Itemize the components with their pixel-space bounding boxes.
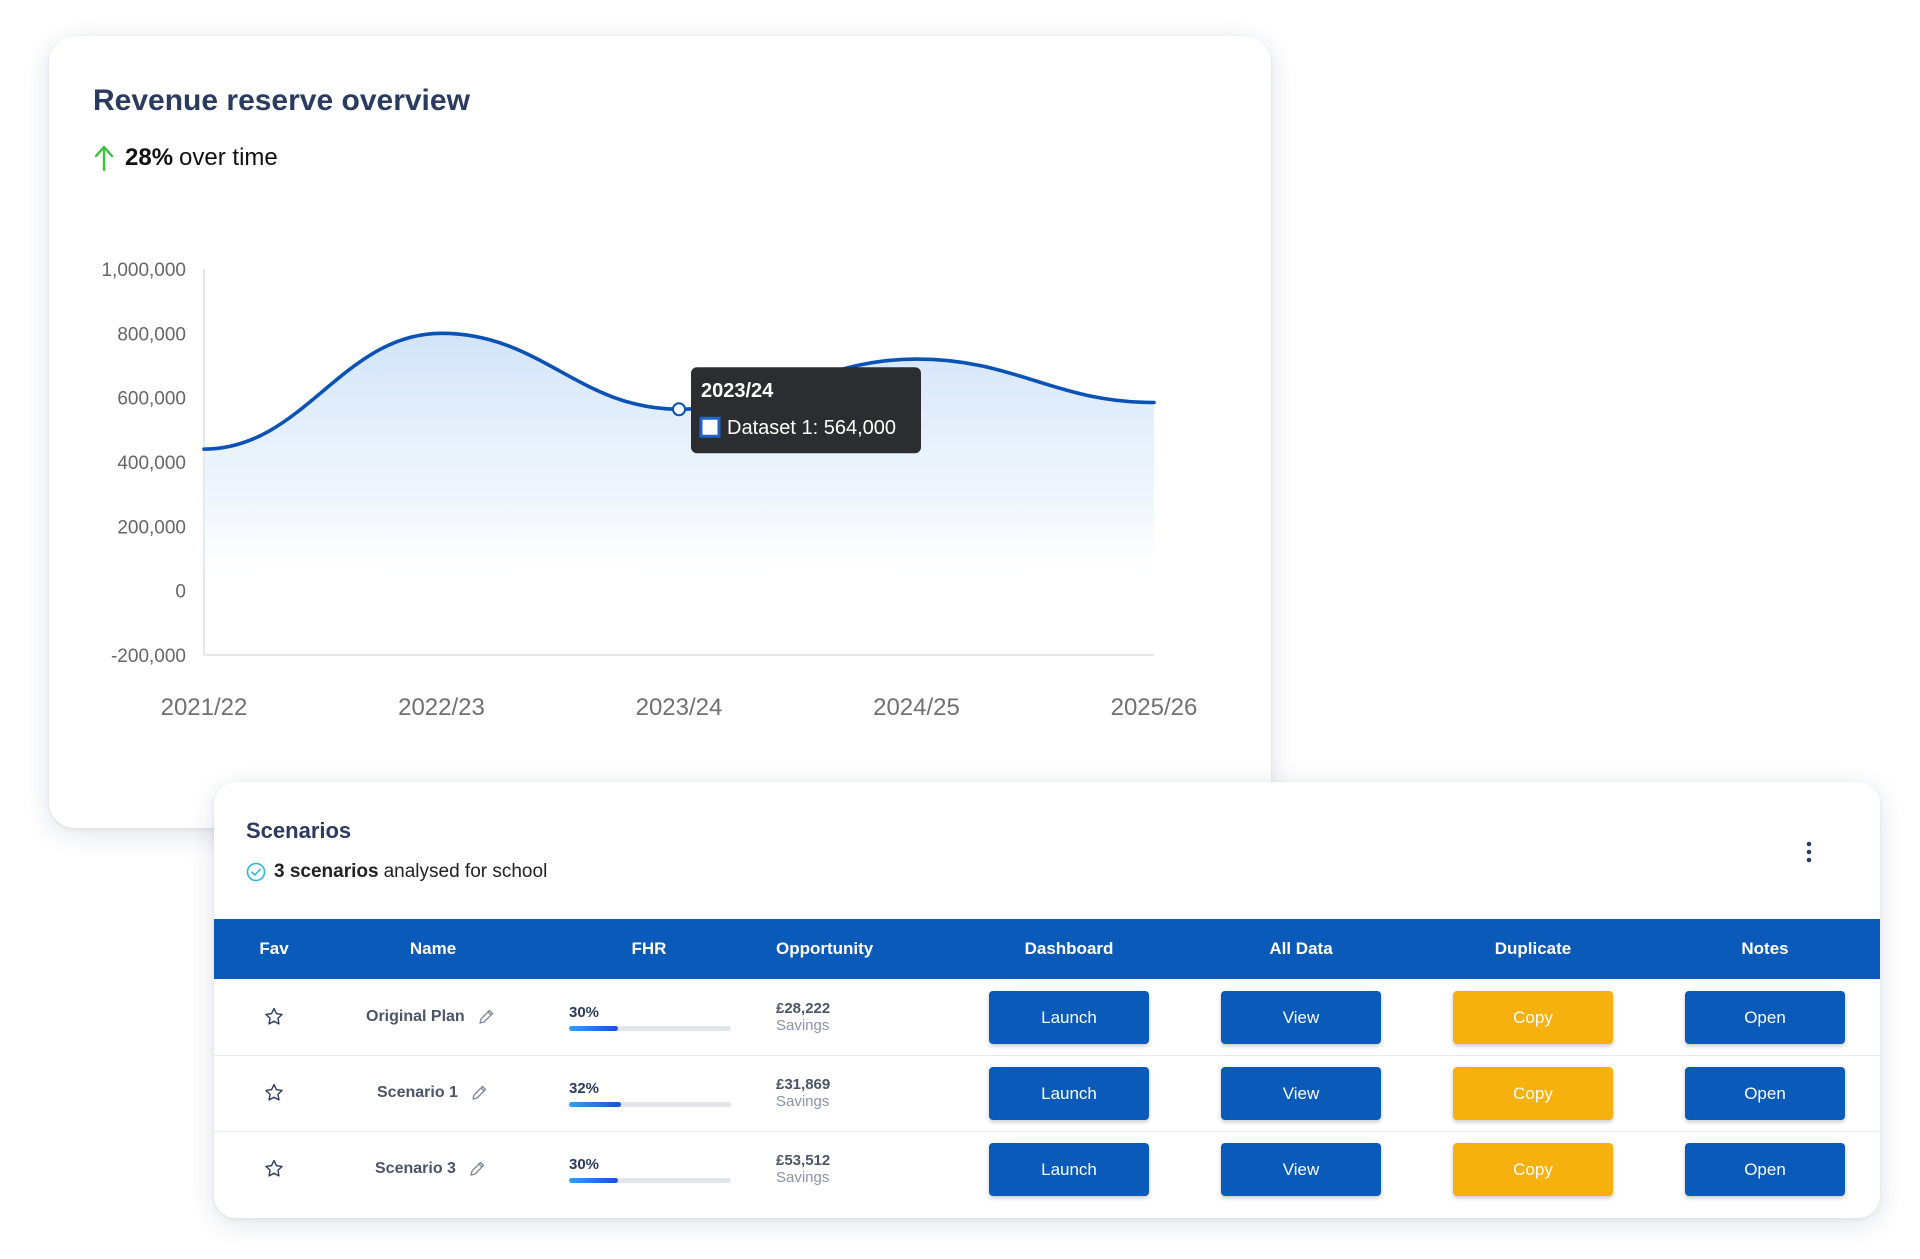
- tooltip-label: Dataset 1: 564,000: [727, 417, 896, 439]
- table-row: Scenario 1 32% £31,869 Savings Launch Vi…: [214, 1055, 1880, 1132]
- column-header-duplicate[interactable]: Duplicate: [1495, 919, 1572, 979]
- scenarios-card: Scenarios 3 scenarios analysed for schoo…: [214, 782, 1880, 1218]
- column-header-fhr[interactable]: FHR: [632, 919, 667, 979]
- scenarios-title: Scenarios: [246, 818, 352, 843]
- revenue-reserve-card: Revenue reserve overview 28% over time 1…: [49, 36, 1271, 828]
- launch-button[interactable]: Launch: [989, 1143, 1149, 1196]
- launch-button[interactable]: Launch: [989, 991, 1149, 1044]
- opportunity-label: Savings: [776, 1093, 830, 1110]
- scenarios-count: 3 scenarios: [274, 861, 379, 882]
- star-icon[interactable]: [263, 1006, 285, 1028]
- y-tick-label: 200,000: [117, 517, 186, 538]
- fhr-progress-fill: [569, 1101, 621, 1107]
- column-header-notes[interactable]: Notes: [1741, 919, 1788, 979]
- star-icon[interactable]: [263, 1158, 285, 1180]
- open-notes-button[interactable]: Open: [1685, 991, 1845, 1044]
- y-tick-label: 1,000,000: [101, 260, 186, 281]
- fhr-progress-bar: [569, 1101, 731, 1107]
- opportunity-value: £31,869: [776, 1076, 831, 1093]
- y-tick-label: 400,000: [117, 453, 186, 474]
- x-tick-label: 2023/24: [636, 694, 723, 721]
- scenarios-count-text: analysed for school: [383, 861, 548, 882]
- pencil-icon[interactable]: [468, 1160, 486, 1178]
- scenario-name: Scenario 3: [375, 1160, 456, 1177]
- pencil-icon[interactable]: [470, 1084, 488, 1102]
- copy-button[interactable]: Copy: [1453, 1143, 1613, 1196]
- fhr-value: 32%: [569, 1079, 600, 1097]
- copy-button[interactable]: Copy: [1453, 1067, 1613, 1120]
- fhr-value: 30%: [569, 1155, 600, 1173]
- table-row: Original Plan 30% £28,222 Savings Launch…: [214, 979, 1880, 1056]
- data-point: [672, 402, 686, 417]
- column-header-opportunity[interactable]: Opportunity: [776, 919, 873, 979]
- scenario-name: Scenario 1: [377, 1084, 458, 1101]
- fhr-progress-fill: [569, 1025, 618, 1031]
- scenario-name: Original Plan: [366, 1008, 465, 1025]
- view-button[interactable]: View: [1221, 1143, 1381, 1196]
- column-header-all-data[interactable]: All Data: [1269, 919, 1332, 979]
- column-header-name[interactable]: Name: [410, 919, 456, 979]
- check-circle-icon: [246, 862, 266, 882]
- fhr-value: 30%: [569, 1003, 600, 1021]
- fhr-progress-bar: [569, 1025, 731, 1031]
- x-tick-label: 2021/22: [161, 694, 248, 721]
- table-row: Scenario 3 30% £53,512 Savings Launch Vi…: [214, 1131, 1880, 1207]
- fhr-progress-bar: [569, 1177, 731, 1183]
- opportunity-label: Savings: [776, 1169, 830, 1186]
- table-header: Fav Name FHR Opportunity Dashboard All D…: [214, 919, 1880, 979]
- open-notes-button[interactable]: Open: [1685, 1143, 1845, 1196]
- view-button[interactable]: View: [1221, 1067, 1381, 1120]
- open-notes-button[interactable]: Open: [1685, 1067, 1845, 1120]
- opportunity-value: £28,222: [776, 1000, 831, 1017]
- x-tick-label: 2024/25: [873, 694, 960, 721]
- copy-button[interactable]: Copy: [1453, 991, 1613, 1044]
- scenarios-summary: 3 scenarios analysed for school: [246, 861, 547, 883]
- fhr-progress-fill: [569, 1177, 618, 1183]
- y-tick-label: 0: [175, 582, 186, 603]
- column-header-dashboard[interactable]: Dashboard: [1025, 919, 1114, 979]
- star-icon[interactable]: [263, 1082, 285, 1104]
- view-button[interactable]: View: [1221, 991, 1381, 1044]
- tooltip-title: 2023/24: [701, 380, 774, 402]
- opportunity-value: £53,512: [776, 1152, 831, 1169]
- kebab-menu-icon[interactable]: [1804, 840, 1814, 864]
- y-tick-label: 800,000: [117, 324, 186, 345]
- x-tick-label: 2025/26: [1111, 694, 1198, 721]
- launch-button[interactable]: Launch: [989, 1067, 1149, 1120]
- x-tick-label: 2022/23: [398, 694, 485, 721]
- pencil-icon[interactable]: [477, 1008, 495, 1026]
- y-tick-label: 600,000: [117, 389, 186, 410]
- tooltip-swatch: [699, 416, 721, 438]
- opportunity-label: Savings: [776, 1017, 830, 1034]
- y-tick-label: -200,000: [111, 646, 186, 667]
- revenue-chart[interactable]: 1,000,000 800,000 600,000 400,000 200,000 0 -2…: [49, 36, 1271, 828]
- column-header-fav[interactable]: Fav: [259, 919, 288, 979]
